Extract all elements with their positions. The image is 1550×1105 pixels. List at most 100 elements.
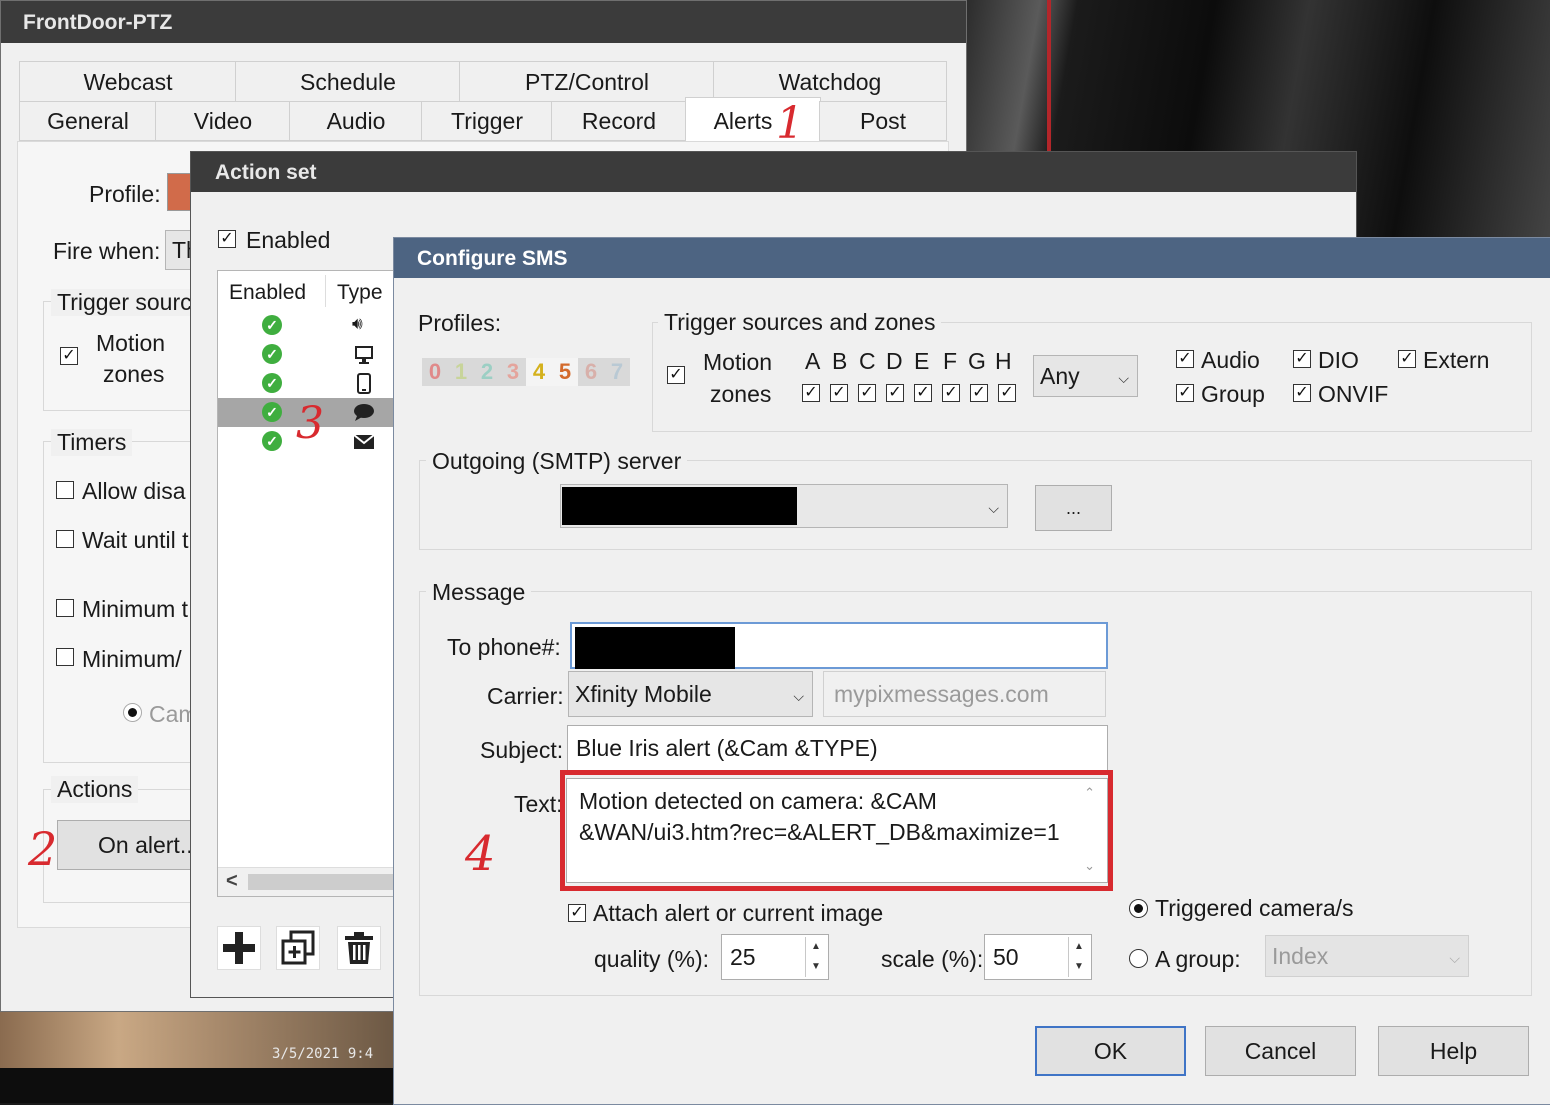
zone-label-b: B [832,348,848,374]
camera-selection-border [1047,0,1051,152]
attach-image-checkbox[interactable]: ✓ [568,904,586,922]
list-horizontal-scrollbar[interactable]: < [218,867,398,896]
zone-g-checkbox[interactable]: ✓ [970,384,988,402]
wait-until-checkbox[interactable] [56,530,74,548]
list-item[interactable]: ✓ [218,340,398,369]
profile-3[interactable]: 3 [500,358,526,386]
allow-disarm-checkbox[interactable] [56,481,74,499]
on-alert-button[interactable]: On alert... [57,820,207,870]
zone-b-checkbox[interactable]: ✓ [830,384,848,402]
list-item[interactable]: ✓ 🔊︎ [218,311,398,340]
duplicate-action-button[interactable] [276,926,320,970]
tab-trigger[interactable]: Trigger [421,101,553,141]
attach-image-label: Attach alert or current image [593,900,884,926]
profile-2[interactable]: 2 [474,358,500,386]
tab-webcast[interactable]: Webcast [19,61,237,103]
trigger-sources-zones-legend: Trigger sources and zones [658,309,942,336]
a-group-radio[interactable] [1129,949,1148,968]
timers-legend: Timers [51,429,133,456]
action-set-titlebar: Action set [191,152,1356,192]
message-legend: Message [426,579,532,606]
column-header-type[interactable]: Type [337,281,383,305]
monitor-icon [355,346,373,364]
zone-f-checkbox[interactable]: ✓ [942,384,960,402]
sms-zones-label: zones [710,381,772,407]
scroll-left-arrow[interactable]: < [226,870,238,893]
scroll-thumb[interactable] [248,874,398,890]
envelope-icon [353,434,375,449]
profile-1[interactable]: 1 [448,358,474,386]
group-checkbox[interactable]: ✓ [1176,384,1194,402]
audio-checkbox[interactable]: ✓ [1176,350,1194,368]
extern-checkbox[interactable]: ✓ [1398,350,1416,368]
spin-down-icon[interactable]: ▼ [1068,957,1089,977]
help-button[interactable]: Help [1378,1026,1529,1076]
tab-ptz-control[interactable]: PTZ/Control [459,61,715,103]
profile-0[interactable]: 0 [422,358,448,386]
tab-audio[interactable]: Audio [289,101,423,141]
trigger-sources-legend: Trigger sourc [51,289,198,316]
spin-up-icon[interactable]: ▲ [1068,937,1089,957]
trash-icon [345,932,373,964]
configure-sms-title: Configure SMS [417,247,568,270]
audio-label: Audio [1201,347,1260,373]
tab-general[interactable]: General [19,101,157,141]
scale-label: scale (%): [881,946,984,972]
action-set-enabled-checkbox[interactable]: ✓ [218,230,236,248]
chevron-down-icon: ⌵ [1449,950,1460,966]
add-action-button[interactable] [217,926,261,970]
chat-bubble-icon [354,404,374,421]
profile-4[interactable]: 4 [526,358,552,386]
column-divider [325,275,326,307]
zone-d-checkbox[interactable]: ✓ [886,384,904,402]
zone-a-checkbox[interactable]: ✓ [802,384,820,402]
a-group-label: A group: [1155,946,1241,972]
zone-e-checkbox[interactable]: ✓ [914,384,932,402]
profile-6[interactable]: 6 [578,358,604,386]
carrier-domain-field: mypixmessages.com [823,671,1106,717]
zone-h-checkbox[interactable]: ✓ [998,384,1016,402]
minimum-time-checkbox[interactable] [56,599,74,617]
motion-zones-checkbox[interactable]: ✓ [60,347,78,365]
zone-label-f: F [943,348,958,374]
profiles-label: Profiles: [418,310,502,336]
profile-7[interactable]: 7 [604,358,630,386]
motion-label: Motion [96,330,166,356]
zone-c-checkbox[interactable]: ✓ [858,384,876,402]
spin-up-icon[interactable]: ▲ [805,937,826,957]
onvif-checkbox[interactable]: ✓ [1293,384,1311,402]
list-item[interactable]: ✓ [218,369,398,398]
delete-action-button[interactable] [337,926,381,970]
cam-radio[interactable] [123,703,142,722]
chevron-down-icon: ⌵ [988,500,999,516]
zones-label: zones [103,361,165,387]
minimum-per-checkbox[interactable] [56,648,74,666]
triggered-camera-radio[interactable] [1129,899,1148,918]
dio-checkbox[interactable]: ✓ [1293,350,1311,368]
column-header-enabled[interactable]: Enabled [229,281,306,305]
redacted-smtp-server [562,487,797,525]
ok-button[interactable]: OK [1035,1026,1186,1076]
zone-mode-select[interactable]: Any ⌵ [1033,355,1138,397]
actions-list[interactable]: Enabled Type ✓ 🔊︎ ✓ ✓ ✓ ✓ < [217,270,399,897]
quality-spinner[interactable]: 25 ▲ ▼ [721,934,829,980]
scale-spinner[interactable]: 50 ▲ ▼ [984,934,1092,980]
minimum-per-label: Minimum/ [82,646,182,672]
dio-label: DIO [1318,347,1359,373]
subject-input[interactable]: Blue Iris alert (&Cam &TYPE) [567,725,1108,772]
profile-5[interactable]: 5 [552,358,578,386]
profiles-selector[interactable]: 01234567 [422,358,636,386]
smtp-browse-button[interactable]: ... [1035,485,1112,531]
tab-record[interactable]: Record [551,101,687,141]
tab-video[interactable]: Video [155,101,291,141]
annotation-highlight-box [560,770,1113,891]
zone-label-d: D [886,348,903,374]
action-set-enabled-label: Enabled [246,227,331,253]
cancel-button[interactable]: Cancel [1205,1026,1356,1076]
tab-schedule[interactable]: Schedule [235,61,461,103]
sms-motion-zones-checkbox[interactable]: ✓ [667,366,685,384]
spin-down-icon[interactable]: ▼ [805,957,826,977]
group-label: Group [1201,381,1265,407]
carrier-select[interactable]: Xfinity Mobile ⌵ [568,671,813,717]
tab-post[interactable]: Post [819,101,947,141]
